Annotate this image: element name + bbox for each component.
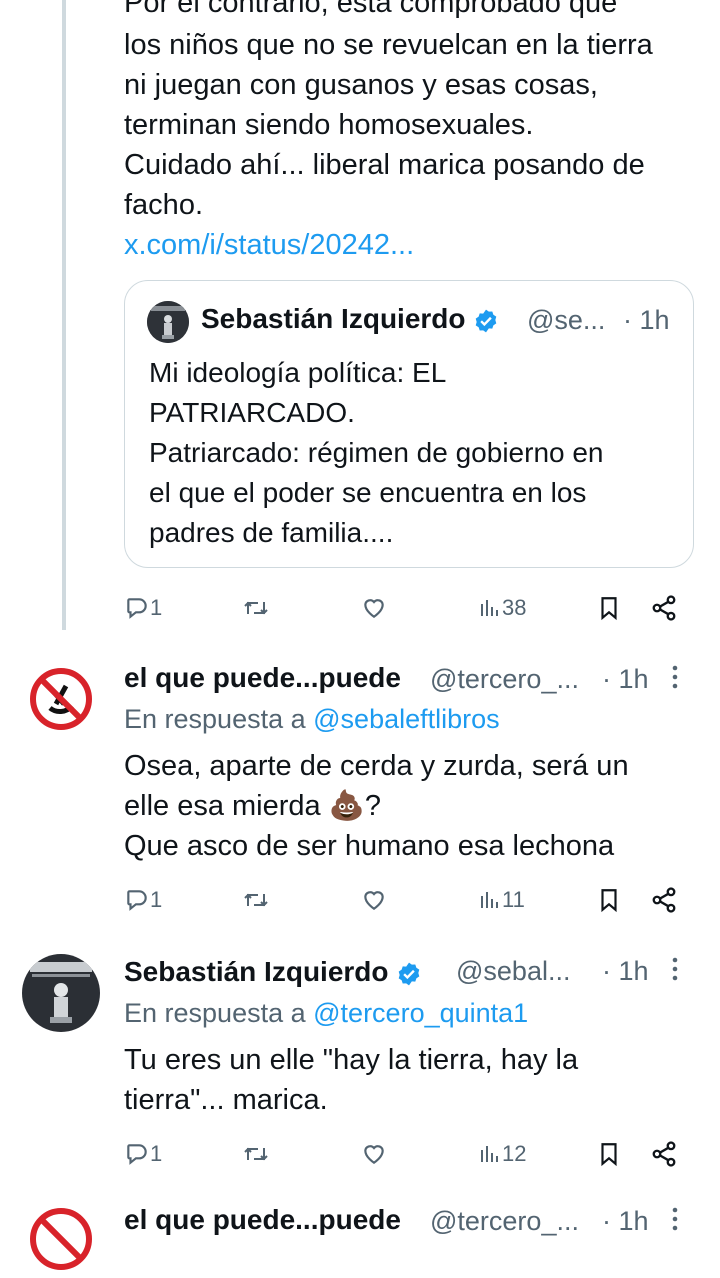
tweet-text: Osea, aparte de cerda y zurda, será un e… [124,750,629,862]
timestamp[interactable]: · 1h [602,956,649,987]
views-button[interactable]: 12 [478,1134,526,1174]
heart-icon [364,891,384,910]
author-handle[interactable]: @sebal... [456,956,570,987]
tweet-text-line: terminan siendo homosexuales. [124,109,534,141]
reply-context: En respuesta a @sebaleftlibros [124,704,500,735]
timestamp[interactable]: · 1h [602,1206,649,1237]
quoted-author-name-text: Sebastián Izquierdo [201,303,466,334]
heart-icon [364,1145,384,1164]
retweet-button[interactable] [242,588,270,628]
status-link[interactable]: x.com/i/status/20242... [124,226,704,265]
quoted-timestamp[interactable]: · 1h [623,305,670,336]
author-name[interactable]: el que puede...puede [124,662,401,694]
reply-icon [127,890,147,911]
share-button[interactable] [650,880,678,920]
author-name[interactable]: el que puede...puede [124,1204,401,1236]
bookmark-button[interactable] [596,1134,622,1174]
retweet-icon [244,1147,268,1161]
tweet-actions-bar: 1 38 [124,588,694,628]
retweet-icon [244,601,268,615]
share-button[interactable] [650,588,678,628]
avatar-image-icon [22,954,100,1032]
author-avatar[interactable] [22,660,100,738]
author-handle[interactable]: @tercero_... [430,664,579,695]
share-icon [652,595,676,621]
thread-line [62,0,66,630]
reply-count: 1 [150,595,163,620]
quoted-avatar[interactable] [147,301,189,343]
views-count: 11 [502,887,525,912]
bookmark-icon [601,1143,617,1167]
avatar-image-icon [147,301,189,343]
retweet-icon [244,893,268,907]
reply-prefix: En respuesta a [124,998,306,1028]
more-options-button[interactable] [670,954,680,991]
avatar-image-icon [22,660,100,738]
views-icon [481,600,498,616]
more-vertical-icon [672,665,678,689]
views-count: 12 [502,1141,527,1166]
author-name[interactable]: Sebastián Izquierdo [124,956,422,988]
reply-to-mention[interactable]: @tercero_quinta1 [313,998,528,1028]
verified-badge-icon [398,962,420,985]
tweet-text-line: Cuidado ahí... liberal marica posando de [124,149,645,181]
tweet-text-line: ni juegan con gusanos y esas cosas, [124,69,598,101]
like-button[interactable] [360,588,388,628]
reply-button[interactable]: 1 [124,588,162,628]
quoted-tweet-text: Mi ideología política: EL PATRIARCADO. P… [149,357,604,548]
share-icon [652,887,676,913]
tweet-actions-bar: 1 11 [124,880,694,920]
avatar-image-icon [22,1200,100,1278]
author-name-text: Sebastián Izquierdo [124,956,389,987]
share-button[interactable] [650,1134,678,1174]
retweet-button[interactable] [242,880,270,920]
reply-icon [127,1144,147,1165]
quoted-tweet-card[interactable]: Sebastián Izquierdo @se... · 1h Mi ideol… [124,280,694,568]
reply-button[interactable]: 1 [124,1134,162,1174]
like-button[interactable] [360,1134,388,1174]
bookmark-icon [601,889,617,913]
reply-count: 1 [150,887,163,912]
bookmark-icon [601,597,617,621]
timestamp[interactable]: · 1h [602,664,649,695]
bookmark-button[interactable] [596,588,622,628]
reply-context: En respuesta a @tercero_quinta1 [124,998,528,1029]
more-vertical-icon [672,957,678,981]
share-icon [652,1141,676,1167]
bookmark-button[interactable] [596,880,622,920]
views-icon [481,892,498,908]
like-button[interactable] [360,880,388,920]
reply-icon [127,598,147,619]
reply-button[interactable]: 1 [124,880,162,920]
retweet-button[interactable] [242,1134,270,1174]
author-avatar[interactable] [22,1200,100,1278]
views-button[interactable]: 11 [478,880,525,920]
quoted-author-name[interactable]: Sebastián Izquierdo [201,303,499,335]
reply-to-mention[interactable]: @sebaleftlibros [313,704,500,734]
reply-prefix: En respuesta a [124,704,306,734]
views-icon [481,1146,498,1162]
views-count: 38 [502,595,527,620]
views-button[interactable]: 38 [478,588,526,628]
tweet-text-line: los niños que no se revuelcan en la tier… [124,29,653,61]
more-options-button[interactable] [670,1204,680,1241]
author-handle[interactable]: @tercero_... [430,1206,579,1237]
tweet-text-line: facho. [124,189,203,221]
reply-count: 1 [150,1141,163,1166]
more-vertical-icon [672,1207,678,1231]
author-avatar[interactable] [22,954,100,1032]
heart-icon [364,599,384,618]
quoted-author-handle[interactable]: @se... [527,305,605,336]
tweet-text-line: Por el contrario, está comprobado que [124,0,618,19]
tweet-text: Tu eres un elle "hay la tierra, hay la t… [124,1044,579,1116]
verified-badge-icon [475,309,497,332]
tweet-actions-bar: 1 12 [124,1134,694,1174]
more-options-button[interactable] [670,662,680,699]
